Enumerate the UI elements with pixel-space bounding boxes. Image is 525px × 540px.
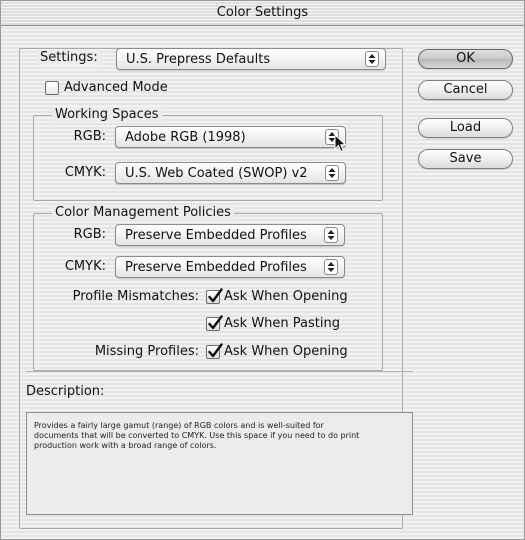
advanced-mode-label[interactable]: Advanced Mode — [64, 80, 168, 95]
checkmark-icon — [208, 315, 223, 330]
ws-cmyk-value: U.S. Web Coated (SWOP) v2 — [125, 166, 308, 181]
description-separator — [26, 371, 413, 372]
up-down-arrows-icon — [365, 51, 379, 67]
settings-label: Settings: — [37, 50, 102, 65]
checkmark-icon — [208, 288, 223, 303]
profile-mismatches-label: Profile Mismatches: — [72, 289, 199, 304]
up-down-arrows-icon — [325, 165, 339, 181]
cmp-rgb-value: Preserve Embedded Profiles — [125, 228, 307, 243]
cmp-rgb-label: RGB: — [73, 227, 106, 242]
ws-rgb-label: RGB: — [73, 129, 106, 144]
ws-rgb-value: Adobe RGB (1998) — [125, 130, 246, 145]
advanced-mode-checkbox[interactable] — [45, 81, 59, 95]
mismatch-ask-opening-checkbox[interactable] — [206, 288, 223, 304]
missing-ask-opening-label[interactable]: Ask When Opening — [224, 344, 348, 359]
load-button[interactable]: Load — [418, 118, 513, 138]
mismatch-ask-pasting-checkbox[interactable] — [206, 315, 223, 331]
color-settings-dialog: Color Settings Settings: U.S. Prepress D… — [0, 0, 525, 540]
cmp-cmyk-popup[interactable]: Preserve Embedded Profiles — [115, 256, 345, 278]
working-spaces-title: Working Spaces — [52, 107, 162, 122]
save-button[interactable]: Save — [418, 149, 513, 169]
settings-popup-value: U.S. Prepress Defaults — [126, 52, 271, 67]
up-down-arrows-icon — [324, 259, 338, 275]
description-label: Description: — [26, 384, 105, 399]
ws-cmyk-popup[interactable]: U.S. Web Coated (SWOP) v2 — [115, 162, 346, 184]
cmp-cmyk-value: Preserve Embedded Profiles — [125, 260, 307, 275]
up-down-arrows-icon — [324, 227, 338, 243]
window-title: Color Settings — [216, 5, 309, 20]
missing-profiles-label: Missing Profiles: — [94, 344, 199, 359]
ws-cmyk-label: CMYK: — [64, 165, 106, 180]
cmp-cmyk-label: CMYK: — [64, 259, 106, 274]
description-box: Provides a fairly large gamut (range) of… — [26, 412, 413, 515]
ok-button[interactable]: OK — [418, 49, 513, 69]
checkmark-icon — [208, 343, 223, 358]
policies-title: Color Management Policies — [52, 205, 234, 220]
mismatch-ask-pasting-label[interactable]: Ask When Pasting — [224, 316, 340, 331]
settings-popup[interactable]: U.S. Prepress Defaults — [116, 48, 386, 70]
description-text: Provides a fairly large gamut (range) of… — [34, 421, 360, 450]
cancel-button[interactable]: Cancel — [418, 80, 513, 100]
arrow-cursor-icon — [334, 134, 347, 153]
missing-ask-opening-checkbox[interactable] — [206, 343, 223, 359]
mismatch-ask-opening-label[interactable]: Ask When Opening — [224, 289, 348, 304]
ws-rgb-popup[interactable]: Adobe RGB (1998) — [115, 126, 346, 148]
cmp-rgb-popup[interactable]: Preserve Embedded Profiles — [115, 224, 345, 246]
title-bar[interactable]: Color Settings — [1, 1, 524, 26]
